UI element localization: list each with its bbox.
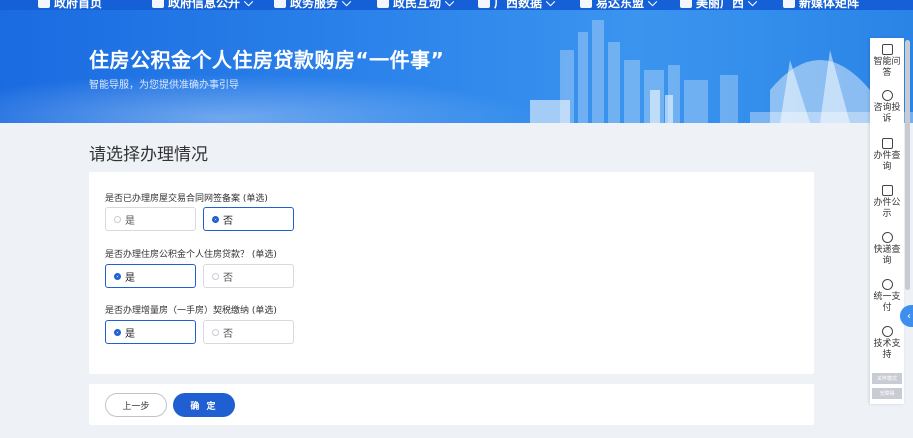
radio-icon — [212, 272, 219, 280]
q2-option-no[interactable]: 否 — [203, 264, 294, 288]
section-title: 请选择办理情况 — [89, 145, 208, 165]
care-mode-button[interactable]: 关怀模式 — [872, 373, 902, 384]
robot-icon — [881, 44, 893, 55]
sidebar-item-label: 咨询投诉 — [873, 103, 901, 124]
data-icon — [478, 0, 490, 8]
nav-item-interaction[interactable]: 政民互动 ⌵ — [377, 0, 454, 10]
q1-option-no[interactable]: 否 — [203, 207, 294, 231]
banner: 住房公积金个人住房贷款购房“一件事” 智能导服，为您提供准确办事引导 — [0, 10, 913, 123]
nav-item-guangxi-data[interactable]: 广西数据 ⌵ — [478, 0, 555, 10]
yen-icon — [881, 279, 893, 290]
nav-item-asean[interactable]: 易达东盟 ⌵ — [580, 0, 657, 10]
option-label: 是 — [125, 215, 135, 227]
nav-item-beautiful-guangxi[interactable]: 美丽广西 ⌵ — [680, 0, 757, 10]
nav-item-government-service[interactable]: 政务服务 ⌵ — [274, 0, 351, 10]
city-skyline-illustration — [530, 20, 913, 123]
chat-icon — [881, 90, 893, 101]
option-label: 否 — [223, 215, 233, 227]
page-title: 住房公积金个人住房贷款购房“一件事” — [89, 48, 445, 72]
info-icon — [152, 0, 164, 8]
nav-item-label: 政民互动 — [393, 0, 442, 10]
sidebar-item-case-publicity[interactable]: 办件公示 — [870, 185, 904, 220]
sidebar-item-smart-qa[interactable]: 智能问答 — [870, 44, 904, 79]
sidebar-item-label: 快递查询 — [873, 245, 901, 266]
nav-item-label: 美丽广西 — [696, 0, 745, 10]
radio-icon — [114, 215, 121, 223]
chevron-down-icon: ⌵ — [648, 0, 658, 9]
option-label: 是 — [125, 328, 135, 340]
nav-item-info-disclosure[interactable]: 政府信息公开 ⌵ — [152, 0, 253, 10]
radio-checked-icon — [212, 215, 219, 223]
nav-item-new-media[interactable]: 新媒体矩阵 — [783, 0, 859, 10]
home-outline-icon — [881, 185, 893, 196]
chevron-down-icon: ⌵ — [445, 0, 455, 9]
nav-item-label: 政府信息公开 — [168, 0, 241, 10]
option-label: 否 — [223, 328, 233, 340]
question-label-contract-filing: 是否已办理房屋交易合同网签备案 (单选) — [105, 194, 268, 204]
question-label-provident-fund-loan: 是否办理住房公积金个人住房贷款？ (单选) — [105, 250, 277, 260]
q2-option-yes[interactable]: 是 — [105, 264, 196, 288]
sidebar-item-unified-payment[interactable]: 统一支付 — [870, 279, 904, 314]
sidebar-item-express-query[interactable]: 快递查询 — [870, 232, 904, 267]
headset-icon — [881, 326, 893, 337]
sidebar-item-tech-support[interactable]: 技术支持 — [870, 326, 904, 361]
service-icon — [274, 0, 286, 8]
question-label-deed-tax: 是否办理增量房（一手房）契税缴纳 (单选) — [105, 306, 277, 316]
scenery-icon — [680, 0, 692, 8]
nav-item-label: 政府首页 — [54, 0, 103, 10]
chevron-down-icon: ⌵ — [546, 0, 556, 9]
home-icon — [38, 0, 50, 8]
document-search-icon — [881, 138, 893, 149]
sidebar-item-label: 办件公示 — [873, 198, 901, 219]
sidebar-item-label: 统一支付 — [873, 292, 901, 313]
sidebar-item-label: 智能问答 — [873, 57, 901, 78]
package-icon — [881, 232, 893, 243]
banner-glow — [0, 70, 560, 123]
floating-service-toolbar: 智能问答 咨询投诉 办件查询 办件公示 快递查询 统一支付 技术支持 关怀模式 … — [870, 38, 904, 404]
q1-option-yes[interactable]: 是 — [105, 207, 196, 231]
scrollbar[interactable] — [905, 40, 910, 290]
top-navigation: 政府首页 政府信息公开 ⌵ 政务服务 ⌵ 政民互动 ⌵ 广西数据 ⌵ 易达东盟 … — [0, 0, 913, 10]
interact-icon — [377, 0, 389, 8]
option-label: 是 — [125, 272, 135, 284]
nav-item-label: 新媒体矩阵 — [799, 0, 860, 10]
sidebar-item-label: 办件查询 — [873, 151, 901, 172]
radio-checked-icon — [114, 272, 121, 280]
media-icon — [783, 0, 795, 8]
option-label: 否 — [223, 272, 233, 284]
nav-item-label: 政务服务 — [290, 0, 339, 10]
chevron-down-icon: ⌵ — [748, 0, 758, 9]
accessibility-button[interactable]: 无障碍 — [872, 388, 902, 399]
sidebar-item-case-query[interactable]: 办件查询 — [870, 138, 904, 173]
nav-item-label: 易达东盟 — [596, 0, 645, 10]
q3-option-yes[interactable]: 是 — [105, 320, 196, 344]
page-subtitle: 智能导服，为您提供准确办事引导 — [89, 80, 239, 91]
radio-icon — [212, 328, 219, 336]
sidebar-item-label: 技术支持 — [873, 339, 901, 360]
radio-checked-icon — [114, 328, 121, 336]
nav-item-label: 广西数据 — [494, 0, 543, 10]
previous-step-button[interactable]: 上一步 — [105, 393, 167, 417]
question-form: 是否已办理房屋交易合同网签备案 (单选) 是 否 是否办理住房公积金个人住房贷款… — [89, 172, 814, 374]
action-bar: 上一步 确 定 — [89, 384, 814, 425]
sidebar-item-consult-complaint[interactable]: 咨询投诉 — [870, 90, 904, 125]
nav-item-home[interactable]: 政府首页 — [38, 0, 102, 10]
confirm-button[interactable]: 确 定 — [173, 393, 235, 417]
q3-option-no[interactable]: 否 — [203, 320, 294, 344]
asean-icon — [580, 0, 592, 8]
chevron-down-icon: ⌵ — [342, 0, 352, 9]
chevron-down-icon: ⌵ — [244, 0, 254, 9]
